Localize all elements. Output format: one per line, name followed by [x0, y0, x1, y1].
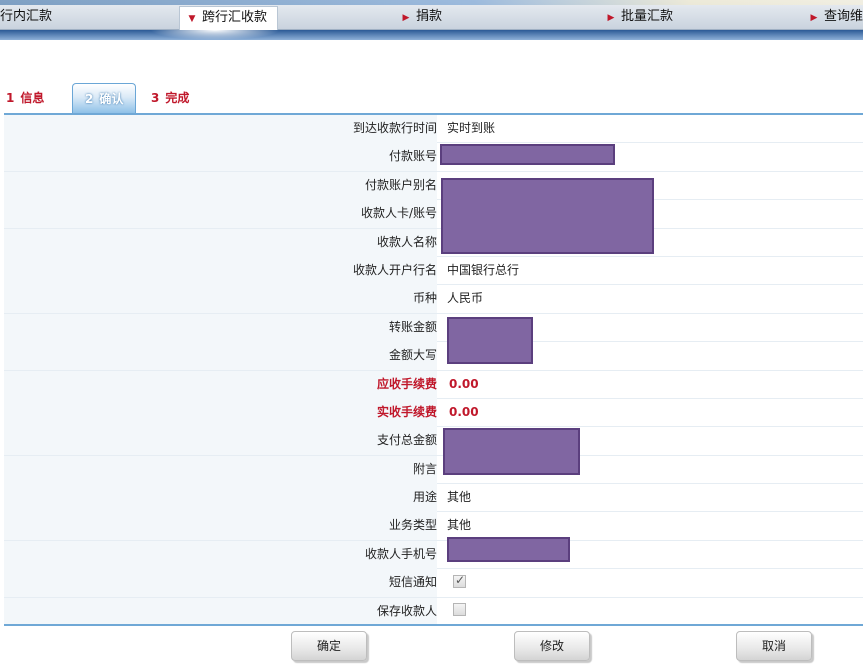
save-payee-label: 保存收款人 — [4, 597, 437, 626]
top-nav: 行内汇款 ▼ 跨行汇收款 ▶ 捐款 ▶ 批量汇款 ▶ 查询维 — [0, 0, 863, 30]
purpose-label: 用途 — [4, 484, 437, 513]
form-divider — [4, 624, 863, 626]
triangle-right-icon: ▶ — [810, 13, 818, 23]
nav-item-donation[interactable]: ▶ 捐款 — [400, 7, 442, 27]
confirm-form: 到达收款行时间 实时到账 付款账号 付款账户别名 收款人卡/账号 收款人名称 收… — [4, 115, 863, 627]
row-currency: 币种 人民币 — [4, 285, 863, 314]
purpose-value: 其他 — [447, 490, 472, 505]
payee-card-label: 收款人卡/账号 — [4, 200, 437, 229]
payee-name-label: 收款人名称 — [4, 228, 437, 257]
fee-due-value: 0.00 — [449, 376, 479, 391]
payee-bank-value: 中国银行总行 — [447, 262, 520, 277]
row-fee-actual: 实收手续费 0.00 — [4, 398, 863, 428]
redacted-payer-account — [440, 144, 615, 165]
amount-words-label: 金额大写 — [4, 342, 437, 371]
header-band — [0, 30, 863, 40]
row-payee-bank: 收款人开户行名 中国银行总行 — [4, 256, 863, 286]
triangle-down-icon: ▼ — [188, 14, 196, 24]
payer-account-label: 付款账号 — [4, 143, 437, 172]
nav-item-query[interactable]: ▶ 查询维 — [808, 7, 863, 27]
row-business-type: 业务类型 其他 — [4, 512, 863, 541]
business-type-label: 业务类型 — [4, 512, 437, 541]
row-purpose: 用途 其他 — [4, 484, 863, 513]
nav-label: 捐款 — [416, 9, 443, 24]
currency-label: 币种 — [4, 285, 437, 314]
row-payee-name: 收款人名称 — [4, 228, 863, 257]
save-payee-checkbox[interactable] — [453, 603, 466, 616]
cancel-button[interactable]: 取消 — [736, 631, 812, 661]
modify-button[interactable]: 修改 — [514, 631, 590, 661]
row-total: 支付总金额 — [4, 427, 863, 456]
row-payer-alias: 付款账户别名 — [4, 171, 863, 201]
row-payee-phone: 收款人手机号 — [4, 540, 863, 570]
row-amount: 转账金额 — [4, 313, 863, 343]
note-label: 附言 — [4, 455, 437, 484]
nav-item-batch-remit[interactable]: ▶ 批量汇款 — [605, 7, 673, 27]
triangle-right-icon: ▶ — [607, 13, 615, 23]
redacted-payer-payee-info — [441, 178, 654, 254]
row-note: 附言 — [4, 455, 863, 485]
payee-bank-label: 收款人开户行名 — [4, 256, 437, 285]
arrival-time-value: 实时到账 — [447, 121, 496, 135]
row-payer-account: 付款账号 — [4, 143, 863, 172]
row-payee-card: 收款人卡/账号 — [4, 200, 863, 229]
check-icon: ✓ — [455, 573, 466, 587]
nav-item-interbank-remit[interactable]: ▼ 跨行汇收款 — [179, 6, 279, 30]
nav-label: 查询维 — [824, 9, 863, 24]
step-complete: 3 完成 — [151, 91, 190, 105]
row-amount-words: 金额大写 — [4, 342, 863, 371]
confirm-button[interactable]: 确定 — [291, 631, 367, 661]
fee-due-label: 应收手续费 — [4, 370, 437, 399]
redacted-total-note — [443, 428, 580, 475]
amount-label: 转账金额 — [4, 313, 437, 342]
step-confirm: 2 确认 — [72, 83, 137, 113]
nav-label: 批量汇款 — [621, 9, 674, 24]
step-info: 1 信息 — [6, 91, 45, 105]
nav-decor-strip — [0, 0, 863, 5]
sms-notify-label: 短信通知 — [4, 569, 437, 598]
sms-notify-checkbox[interactable]: ✓ — [453, 573, 466, 588]
nav-label: 跨行汇收款 — [202, 10, 268, 25]
row-save-payee: 保存收款人 — [4, 597, 863, 627]
redacted-amount — [447, 317, 533, 364]
currency-value: 人民币 — [447, 291, 484, 306]
nav-item-intrabank-remit[interactable]: 行内汇款 — [0, 7, 52, 27]
row-arrival-time: 到达收款行时间 实时到账 — [4, 115, 863, 144]
row-sms-notify: 短信通知 — [4, 569, 863, 598]
fee-actual-label: 实收手续费 — [4, 398, 437, 427]
payer-alias-label: 付款账户别名 — [4, 171, 437, 200]
nav-label: 行内汇款 — [0, 9, 53, 24]
arrival-time-label: 到达收款行时间 — [4, 115, 437, 143]
fee-actual-value: 0.00 — [449, 404, 479, 419]
row-fee-due: 应收手续费 0.00 — [4, 370, 863, 399]
total-label: 支付总金额 — [4, 427, 437, 456]
triangle-right-icon: ▶ — [402, 13, 410, 23]
redacted-payee-phone — [447, 537, 570, 562]
payee-phone-label: 收款人手机号 — [4, 540, 437, 569]
